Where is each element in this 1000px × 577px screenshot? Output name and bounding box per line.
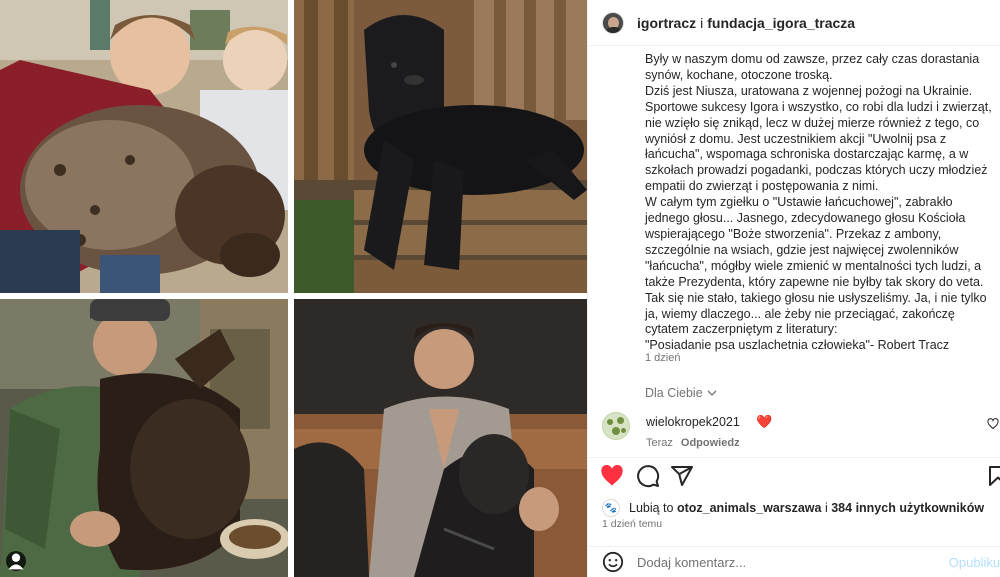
caption-timestamp[interactable]: 1 dzień <box>645 352 680 364</box>
share-button[interactable] <box>670 464 694 488</box>
reply-button[interactable]: Odpowiedz <box>681 437 740 449</box>
commenter-avatar[interactable] <box>602 412 630 440</box>
author-username[interactable]: igortracz <box>637 15 696 31</box>
emoji-icon[interactable] <box>602 551 624 573</box>
like-button[interactable] <box>600 464 624 488</box>
comment-input[interactable] <box>637 552 937 572</box>
author-avatar[interactable] <box>602 11 624 34</box>
caption-paragraph: Dziś jest Niusza, uratowana z wojennej p… <box>645 83 973 98</box>
comment-meta: Teraz Odpowiedz <box>646 437 740 449</box>
for-you-toggle[interactable]: Dla Ciebie <box>645 386 717 400</box>
caption-paragraph: "Posiadanie psa uszlachetnia człowieka"-… <box>645 338 950 353</box>
caption-area[interactable]: Były w naszym domu od zawsze, przez cały… <box>588 46 1000 450</box>
caption-paragraph: Sportowe sukcesy Igora i wszystko, co ro… <box>645 99 992 194</box>
liker-username[interactable]: otoz_animals_warszawa <box>677 501 822 515</box>
comment-time: Teraz <box>646 437 673 449</box>
photo-black-dog-on-stand <box>294 0 587 293</box>
heart-filled-icon <box>601 464 623 486</box>
caption-paragraph: W całym tym zgiełku o "Ustawie łańcuchow… <box>645 195 984 289</box>
comment-button[interactable] <box>636 464 660 488</box>
coauthor-username[interactable]: fundacja_igora_tracza <box>707 15 855 31</box>
photo-man-with-dogs-on-couch <box>294 299 587 577</box>
author-names: igortracz i fundacja_igora_tracza <box>637 15 855 31</box>
comment-heart-emoji: ❤️ <box>756 414 773 429</box>
publish-button[interactable]: Opublikuj <box>949 555 1000 570</box>
liker-avatar[interactable]: 🐾 <box>602 499 620 517</box>
commenter-username[interactable]: wielokropek2021 <box>646 415 740 429</box>
likes-summary[interactable]: 🐾 Lubią to otoz_animals_warszawa i 384 i… <box>602 499 984 517</box>
save-button[interactable] <box>986 464 1000 488</box>
bookmark-icon <box>989 466 1000 486</box>
post-date[interactable]: 1 dzień temu <box>602 518 662 530</box>
add-comment-bar: Opublikuj <box>588 546 1000 577</box>
photo-boys-with-dog <box>0 0 288 293</box>
post-header: igortracz i fundacja_igora_tracza <box>588 0 1000 46</box>
author-joiner: i <box>700 14 704 31</box>
post-panel: igortracz i fundacja_igora_tracza Były w n… <box>587 0 1000 577</box>
photo-man-hugging-dog <box>0 299 288 577</box>
speech-bubble-icon <box>637 465 660 488</box>
action-bar <box>588 457 1000 492</box>
tagged-users-icon[interactable] <box>6 551 26 571</box>
heart-outline-icon[interactable] <box>987 418 999 430</box>
photo-collage[interactable] <box>0 0 587 577</box>
likes-joiner: i <box>824 501 828 515</box>
caption-paragraph: Tak się nie stało, takiego głosu nie usł… <box>645 290 987 337</box>
likes-prefix: Lubią to <box>629 501 674 515</box>
chevron-down-icon <box>707 390 717 396</box>
paper-plane-icon <box>671 466 693 486</box>
comment-item: wielokropek2021 ❤️ Teraz Odpowiedz <box>602 410 1000 454</box>
caption-paragraph: Były w naszym domu od zawsze, przez cały… <box>645 52 980 82</box>
caption-text: Były w naszym domu od zawsze, przez cały… <box>645 52 995 354</box>
for-you-label: Dla Ciebie <box>645 386 703 400</box>
other-likers-link[interactable]: 384 innych użytkowników <box>831 501 984 515</box>
